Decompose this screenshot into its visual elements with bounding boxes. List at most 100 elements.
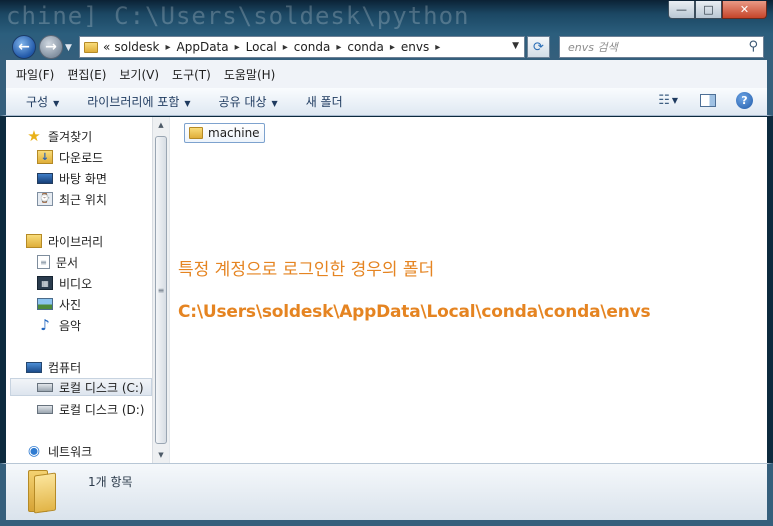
organize-button[interactable]: 구성 ▼: [26, 93, 59, 110]
menu-tools[interactable]: 도구(T): [172, 66, 211, 83]
nav-favorites-label: 즐겨찾기: [48, 129, 93, 144]
search-icon[interactable]: ⚲: [748, 39, 758, 54]
nav-computer[interactable]: 컴퓨터: [26, 358, 81, 376]
nav-music[interactable]: ♪ 음악: [37, 316, 81, 334]
scrollbar-thumb[interactable]: ≡: [155, 136, 167, 444]
chevron-right-icon[interactable]: ▸: [283, 42, 288, 53]
folder-icon: [84, 41, 98, 53]
navigation-scrollbar[interactable]: ▲ ≡ ▼: [152, 117, 169, 463]
nav-music-label: 음악: [59, 318, 82, 333]
address-dropdown-icon[interactable]: ▼: [512, 41, 519, 51]
nav-downloads-label: 다운로드: [59, 150, 104, 165]
nav-videos-label: 비디오: [59, 276, 93, 291]
file-list: machine 특정 계정으로 로그인한 경우의 폴더 C:\Users\sol…: [169, 117, 767, 463]
breadcrumb-local[interactable]: Local: [246, 40, 277, 54]
forward-button[interactable]: →: [39, 35, 63, 59]
breadcrumb-conda[interactable]: conda: [294, 40, 331, 54]
nav-local-disk-c[interactable]: 로컬 디스크 (C:): [10, 378, 152, 396]
new-folder-button[interactable]: 새 폴더: [306, 93, 343, 110]
menu-file[interactable]: 파일(F): [16, 66, 54, 83]
chevron-right-icon[interactable]: ▸: [235, 42, 240, 53]
chevron-right-icon[interactable]: ▸: [390, 42, 395, 53]
network-icon: ◉: [27, 443, 41, 459]
drive-icon: [37, 404, 53, 414]
chevron-right-icon[interactable]: ▸: [165, 42, 170, 53]
nav-disk-d-label: 로컬 디스크 (D:): [59, 402, 145, 417]
search-input[interactable]: envs 검색 ⚲: [559, 36, 764, 58]
back-button[interactable]: ←: [12, 35, 36, 59]
command-bar: 구성 ▼ 라이브러리에 포함 ▼ 공유 대상 ▼ 새 폴더 ☷ ▼ ?: [0, 88, 773, 116]
breadcrumb-overflow[interactable]: «: [103, 40, 110, 54]
maximize-button[interactable]: □: [695, 1, 722, 19]
nav-documents-label: 문서: [56, 255, 79, 270]
nav-network-label: 네트워크: [48, 444, 93, 459]
search-placeholder: envs 검색: [568, 41, 618, 54]
chevron-down-icon: ▼: [53, 99, 60, 108]
views-icon[interactable]: ☷: [658, 93, 670, 108]
nav-computer-label: 컴퓨터: [48, 360, 82, 375]
nav-desktop[interactable]: 바탕 화면: [37, 169, 107, 187]
annotation-caption: 특정 계정으로 로그인한 경우의 폴더: [178, 260, 435, 280]
file-name: machine: [208, 126, 260, 140]
library-icon: [26, 234, 42, 248]
nav-desktop-label: 바탕 화면: [59, 171, 107, 186]
chevron-down-icon: ▼: [184, 99, 191, 108]
nav-disk-c-label: 로컬 디스크 (C:): [59, 380, 144, 395]
nav-documents[interactable]: ≡ 문서: [37, 253, 78, 271]
scroll-up-icon[interactable]: ▲: [153, 117, 169, 133]
share-with-button[interactable]: 공유 대상 ▼: [219, 93, 278, 110]
address-row: ← → ▼ « soldesk ▸ AppData ▸ Local ▸ cond…: [0, 34, 773, 60]
chevron-right-icon[interactable]: ▸: [435, 42, 440, 53]
nav-libraries-label: 라이브러리: [48, 234, 104, 249]
details-pane: 1개 항목: [0, 463, 773, 526]
desktop-icon: [37, 172, 53, 184]
scroll-down-icon[interactable]: ▼: [153, 447, 169, 463]
nav-downloads[interactable]: ↓ 다운로드: [37, 148, 103, 166]
breadcrumb-soldesk[interactable]: soldesk: [114, 40, 159, 54]
document-icon: ≡: [37, 255, 50, 269]
nav-favorites[interactable]: ★ 즐겨찾기: [26, 127, 92, 145]
recent-places-icon: ⌚: [37, 192, 53, 206]
title-bar: chine] C:\Users\soldesk\python — □ ✕: [0, 0, 773, 34]
recent-pages-dropdown[interactable]: ▼: [65, 43, 72, 53]
file-item-machine[interactable]: machine: [184, 123, 265, 143]
preview-pane-icon[interactable]: [700, 94, 716, 107]
star-icon: ★: [27, 127, 41, 145]
item-count: 1개 항목: [88, 475, 133, 489]
nav-videos[interactable]: ▦ 비디오: [37, 274, 92, 292]
breadcrumb-envs[interactable]: envs: [401, 40, 429, 54]
folder-icon: [189, 127, 203, 139]
menu-edit[interactable]: 편집(E): [67, 66, 106, 83]
music-icon: ♪: [40, 316, 50, 334]
organize-label: 구성: [26, 95, 49, 109]
navigation-pane: ★ 즐겨찾기 ↓ 다운로드 바탕 화면 ⌚ 최근 위치 라이브러리 ≡ 문서 ▦ 비디오 …: [6, 117, 152, 463]
downloads-icon: ↓: [37, 150, 53, 164]
nav-recent-places[interactable]: ⌚ 최근 위치: [37, 190, 107, 208]
minimize-button[interactable]: —: [668, 1, 695, 19]
nav-network[interactable]: ◉ 네트워크: [26, 442, 92, 460]
chevron-right-icon[interactable]: ▸: [336, 42, 341, 53]
video-icon: ▦: [37, 276, 53, 290]
include-library-label: 라이브러리에 포함: [87, 95, 180, 109]
nav-libraries[interactable]: 라이브러리: [26, 232, 103, 250]
grip-icon: ≡: [157, 285, 165, 295]
picture-icon: [37, 298, 53, 310]
include-library-button[interactable]: 라이브러리에 포함 ▼: [87, 93, 190, 110]
breadcrumb-appdata[interactable]: AppData: [177, 40, 229, 54]
menu-view[interactable]: 보기(V): [119, 66, 159, 83]
nav-pictures-label: 사진: [59, 297, 82, 312]
close-button[interactable]: ✕: [722, 1, 767, 19]
toolbar-right: ☷ ▼ ?: [658, 92, 753, 109]
nav-local-disk-d[interactable]: 로컬 디스크 (D:): [37, 400, 144, 418]
nav-pictures[interactable]: 사진: [37, 295, 81, 313]
address-bar[interactable]: « soldesk ▸ AppData ▸ Local ▸ conda ▸ co…: [79, 36, 525, 58]
breadcrumb-conda-2[interactable]: conda: [347, 40, 384, 54]
refresh-button[interactable]: ⟳: [527, 36, 550, 58]
menu-bar: 파일(F) 편집(E) 보기(V) 도구(T) 도움말(H): [0, 60, 773, 88]
help-icon[interactable]: ?: [736, 92, 753, 109]
refresh-icon: ⟳: [533, 39, 544, 55]
menu-help[interactable]: 도움말(H): [224, 66, 276, 83]
annotation-path: C:\Users\soldesk\AppData\Local\conda\con…: [178, 302, 651, 322]
views-dropdown-icon[interactable]: ▼: [672, 96, 678, 105]
share-with-label: 공유 대상: [218, 95, 267, 109]
